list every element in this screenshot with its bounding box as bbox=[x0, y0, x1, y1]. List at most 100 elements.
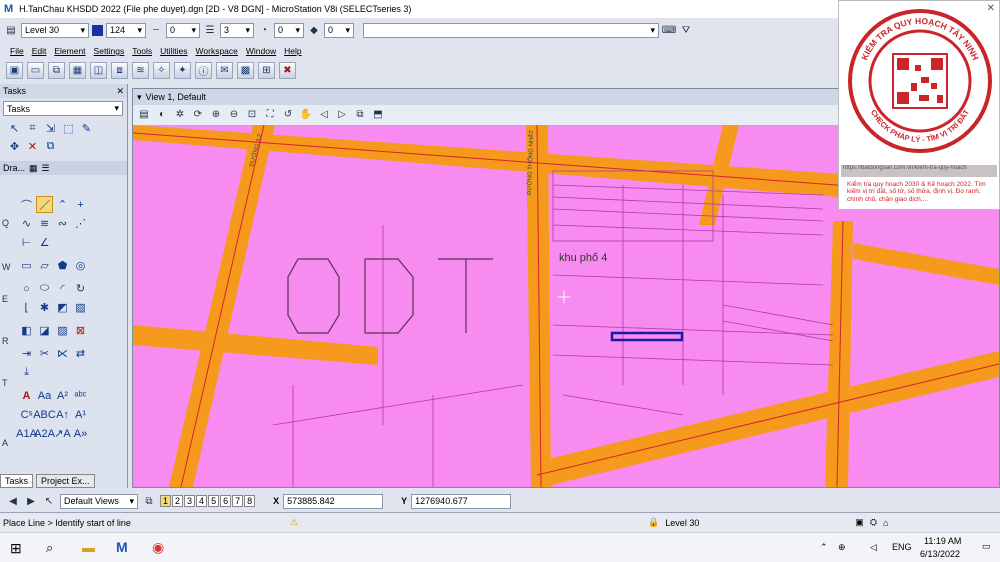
modify-arc-icon[interactable]: ↻ bbox=[72, 280, 89, 297]
save-status-icon[interactable]: ▣ bbox=[855, 517, 864, 528]
modify-icon[interactable]: ⇄ bbox=[72, 345, 89, 362]
chrome-icon[interactable]: ◉ bbox=[152, 539, 164, 556]
view-button-8[interactable]: 8 bbox=[244, 495, 256, 507]
windows-start-icon[interactable]: ⊞ bbox=[10, 540, 22, 557]
lock-icon[interactable]: 🔒 bbox=[648, 517, 659, 528]
solid-icon[interactable]: ◩ bbox=[54, 299, 71, 316]
info-icon[interactable]: ⓘ bbox=[195, 62, 212, 79]
increment-text-icon[interactable]: A↑ bbox=[54, 406, 71, 423]
cancel-icon[interactable]: ✖ bbox=[279, 62, 296, 79]
clip-view-icon[interactable]: ⬒ bbox=[371, 107, 385, 121]
ellipse-icon[interactable]: ⬭ bbox=[36, 280, 53, 297]
region-icon[interactable]: ◪ bbox=[36, 322, 53, 339]
pattern-icon[interactable]: ▧ bbox=[72, 299, 89, 316]
save-icon[interactable]: ✉ bbox=[216, 62, 233, 79]
models-icon[interactable]: ◫ bbox=[90, 62, 107, 79]
snap-icon[interactable]: ✧ bbox=[153, 62, 170, 79]
view-next-icon[interactable]: ▷ bbox=[335, 107, 349, 121]
copy-text-icon[interactable]: A2A bbox=[34, 425, 55, 442]
raster-icon[interactable]: ▦ bbox=[69, 62, 86, 79]
image-icon[interactable]: ▩ bbox=[237, 62, 254, 79]
tray-chevron-icon[interactable]: ⌃ bbox=[820, 542, 828, 553]
abc-text-icon[interactable]: ABC bbox=[33, 406, 56, 423]
place-text-icon[interactable]: A bbox=[18, 387, 35, 404]
view-menu-icon[interactable]: ▾ bbox=[137, 92, 142, 103]
place-smartline-icon[interactable]: ⌒ bbox=[18, 196, 35, 213]
view-button-1[interactable]: 1 bbox=[160, 495, 172, 507]
menu-tools[interactable]: Tools bbox=[132, 46, 152, 56]
priority-combo[interactable]: 0 ▾ bbox=[324, 22, 354, 38]
update-view-icon[interactable]: ⟳ bbox=[191, 107, 205, 121]
rotate-view-icon[interactable]: ↺ bbox=[281, 107, 295, 121]
view-button-3[interactable]: 3 bbox=[184, 495, 196, 507]
key-in-icon[interactable]: ⌨ bbox=[662, 23, 676, 37]
new-file-icon[interactable]: ▭ bbox=[27, 62, 44, 79]
close-icon[interactable]: ✕ bbox=[116, 86, 124, 97]
display-text-icon[interactable]: A¹ bbox=[72, 406, 89, 423]
clock-time[interactable]: 11:19 AM bbox=[924, 536, 961, 546]
shape-icon[interactable]: ▱ bbox=[36, 257, 53, 274]
measure-icon[interactable]: ⌗ bbox=[24, 120, 41, 137]
block-icon[interactable]: ▭ bbox=[18, 257, 35, 274]
y-coordinate-field[interactable]: 1276940.677 bbox=[411, 493, 512, 509]
volume-icon[interactable]: ◁ bbox=[870, 542, 877, 553]
forward-icon[interactable]: ▶ bbox=[24, 494, 38, 508]
tab-project-explorer[interactable]: Project Ex... bbox=[36, 474, 95, 488]
menu-window[interactable]: Window bbox=[246, 46, 276, 56]
level-manager-icon[interactable]: ▤ bbox=[4, 23, 18, 37]
color-swatch-icon[interactable] bbox=[92, 24, 103, 36]
menu-help[interactable]: Help bbox=[284, 46, 301, 56]
settings-gear-icon[interactable]: ✲ bbox=[173, 107, 187, 121]
menu-utilities[interactable]: Utilities bbox=[160, 46, 187, 56]
zoom-in-icon[interactable]: ⊕ bbox=[209, 107, 223, 121]
file-explorer-icon[interactable]: ▬ bbox=[82, 540, 95, 555]
home-icon[interactable]: ⌂ bbox=[883, 518, 888, 528]
view-button-4[interactable]: 4 bbox=[196, 495, 208, 507]
view-button-2[interactable]: 2 bbox=[172, 495, 184, 507]
view-button-6[interactable]: 6 bbox=[220, 495, 232, 507]
menu-workspace[interactable]: Workspace bbox=[196, 46, 238, 56]
hatch-icon[interactable]: ▨ bbox=[54, 322, 71, 339]
fillet-icon[interactable]: ⌊ bbox=[18, 299, 35, 316]
pan-view-icon[interactable]: ✋ bbox=[299, 107, 313, 121]
label-icon[interactable]: A» bbox=[72, 425, 89, 442]
trim-icon[interactable]: ✂ bbox=[36, 345, 53, 362]
layers-icon[interactable]: ≋ bbox=[132, 62, 149, 79]
place-line-icon[interactable]: ／ bbox=[36, 196, 53, 213]
drop-element-icon[interactable]: ⤓ bbox=[18, 364, 35, 381]
note-icon[interactable]: ↗A bbox=[54, 425, 71, 442]
key-in-combo[interactable]: ▾ bbox=[363, 22, 659, 38]
circle-target-icon[interactable]: ◎ bbox=[72, 257, 89, 274]
select-icon[interactable]: ↖ bbox=[6, 120, 23, 137]
extend-icon[interactable]: ⇥ bbox=[18, 345, 35, 362]
abc-icon[interactable]: ᵃᵇᶜ bbox=[72, 387, 89, 404]
transparency-combo[interactable]: 0 ▾ bbox=[274, 22, 304, 38]
network-icon[interactable]: ⊕ bbox=[838, 542, 846, 553]
text-size-icon[interactable]: A² bbox=[54, 387, 71, 404]
view-button-5[interactable]: 5 bbox=[208, 495, 220, 507]
notification-icon[interactable]: ▭ bbox=[982, 541, 991, 552]
view-attributes-icon[interactable]: ▤ bbox=[137, 107, 151, 121]
view-groups-icon[interactable]: ⧉ bbox=[142, 494, 156, 508]
drawing-task-header[interactable]: Dra... ▦ ☰ bbox=[0, 161, 127, 175]
arc-icon[interactable]: ◜ bbox=[54, 280, 71, 297]
text-node-icon[interactable]: A1A bbox=[16, 425, 37, 442]
fill-shape-icon[interactable]: ⬟ bbox=[54, 257, 71, 274]
search-icon[interactable]: ⌕ bbox=[46, 540, 53, 556]
copy-icon[interactable]: ⧉ bbox=[42, 138, 59, 155]
delete-icon[interactable]: ✕ bbox=[24, 138, 41, 155]
menu-file[interactable]: File bbox=[10, 46, 24, 56]
references-icon[interactable]: ⧉ bbox=[48, 62, 65, 79]
zoom-out-icon[interactable]: ⊖ bbox=[227, 107, 241, 121]
print-icon[interactable]: ⊞ bbox=[258, 62, 275, 79]
tasks-combo[interactable]: Tasks ▾ bbox=[3, 101, 123, 116]
partial-delete-icon[interactable]: ⋉ bbox=[54, 345, 71, 362]
menu-settings[interactable]: Settings bbox=[94, 46, 125, 56]
level-display-icon[interactable]: ⧈ bbox=[111, 62, 128, 79]
list-view-icon[interactable]: ☰ bbox=[42, 163, 50, 174]
cell-icon[interactable]: ✱ bbox=[36, 299, 53, 316]
delete-pattern-icon[interactable]: ⊠ bbox=[72, 322, 89, 339]
view-button-7[interactable]: 7 bbox=[232, 495, 244, 507]
construct-icon[interactable]: ⊢ bbox=[18, 234, 35, 251]
grid-view-icon[interactable]: ▦ bbox=[29, 163, 38, 174]
